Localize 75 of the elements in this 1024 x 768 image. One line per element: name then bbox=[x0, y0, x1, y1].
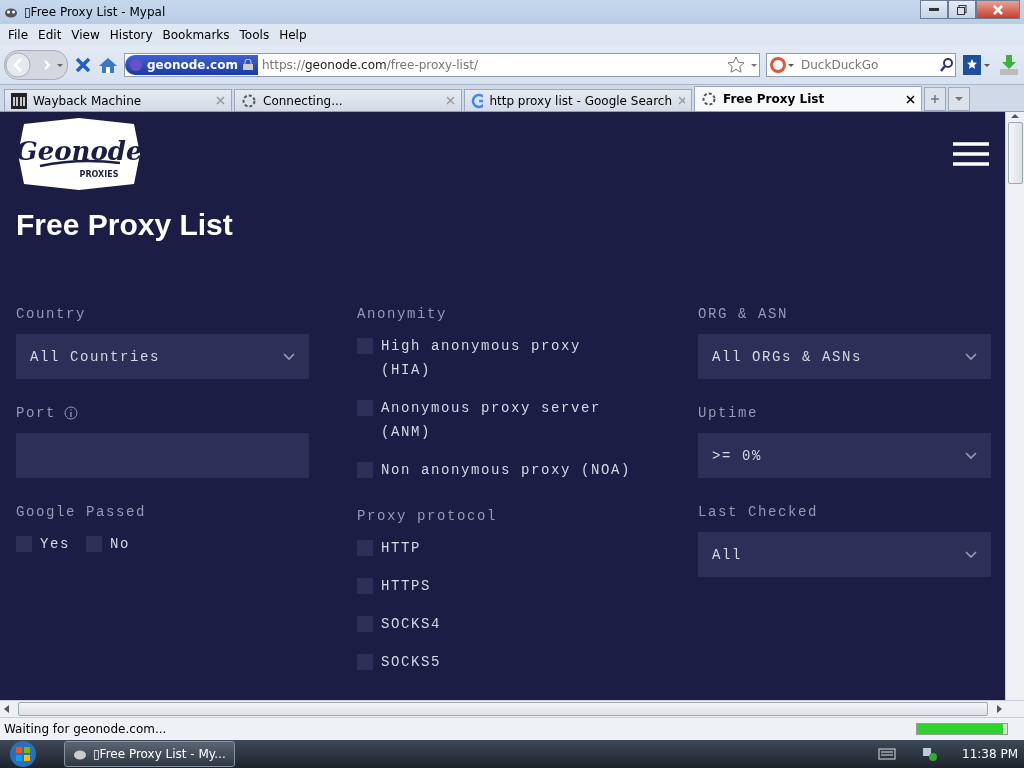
search-field[interactable]: DuckDuckGo bbox=[766, 53, 956, 77]
filter-label: Proxy protocol bbox=[357, 508, 498, 524]
page-heading: Free Proxy List bbox=[16, 208, 234, 242]
minimize-button[interactable] bbox=[920, 0, 948, 19]
taskbar-button[interactable]: ▯Free Proxy List - My... bbox=[64, 741, 235, 767]
restore-icon bbox=[957, 4, 967, 15]
close-tab-icon[interactable] bbox=[906, 94, 915, 104]
chevron-down-icon bbox=[283, 352, 295, 361]
browser-tab[interactable]: Wayback Machine bbox=[4, 89, 232, 111]
checkbox-label: HTTP bbox=[381, 539, 421, 558]
checkbox-label: No bbox=[110, 535, 131, 554]
checkbox-label: High anonymous proxy (HIA) bbox=[381, 337, 583, 380]
close-button[interactable] bbox=[976, 0, 1020, 19]
chevron-down-icon bbox=[965, 550, 977, 559]
lock-icon bbox=[241, 59, 254, 71]
clock[interactable]: 11:38 PM bbox=[962, 747, 1018, 761]
menu-item[interactable]: Bookmarks bbox=[158, 28, 234, 42]
menu-item[interactable]: Edit bbox=[34, 28, 66, 42]
filter-label: Google Passed bbox=[16, 504, 147, 520]
select-field[interactable]: All bbox=[698, 532, 991, 577]
site-identity-button[interactable]: geonode.com bbox=[125, 55, 258, 75]
filter-label: Last Checked bbox=[698, 504, 819, 520]
star-icon[interactable] bbox=[727, 56, 745, 74]
search-icon[interactable] bbox=[939, 57, 955, 73]
filter-label: Country bbox=[16, 306, 86, 322]
loading-icon bbox=[241, 92, 257, 109]
browser-tab[interactable]: http proxy list - Google Search bbox=[464, 89, 692, 111]
columns-icon bbox=[11, 92, 27, 109]
network-icon[interactable] bbox=[920, 746, 938, 762]
new-tab-button[interactable] bbox=[924, 87, 946, 111]
filter-label: Anonymity bbox=[357, 306, 447, 322]
keyboard-icon[interactable] bbox=[878, 748, 896, 760]
scrollbar-thumb[interactable] bbox=[18, 702, 988, 716]
browser-tab[interactable]: Connecting... bbox=[234, 89, 462, 111]
back-forward-button[interactable] bbox=[4, 50, 68, 80]
checkbox-label: SOCKS5 bbox=[381, 653, 441, 672]
checkbox-label: SOCKS4 bbox=[381, 615, 441, 634]
menu-item[interactable]: File bbox=[4, 28, 33, 42]
restore-button[interactable] bbox=[948, 0, 976, 19]
menu-item[interactable]: Help bbox=[275, 28, 311, 42]
browser-tab[interactable]: Free Proxy List bbox=[694, 86, 922, 111]
horizontal-scrollbar[interactable] bbox=[0, 700, 1024, 717]
menu-item[interactable]: Tools bbox=[235, 28, 274, 42]
filter-label: Port bbox=[16, 405, 56, 421]
select-field[interactable]: All Countries bbox=[16, 334, 309, 379]
checkbox-label: Anonymous proxy server (ANM) bbox=[381, 399, 603, 442]
chevron-down-icon bbox=[965, 451, 977, 460]
minimize-icon bbox=[929, 7, 939, 12]
select-field[interactable]: All ORGs & ASNs bbox=[698, 334, 991, 379]
home-icon[interactable] bbox=[98, 56, 118, 74]
scrollbar-thumb[interactable] bbox=[1007, 122, 1023, 184]
checkbox-label: Yes bbox=[40, 535, 70, 554]
caret-icon bbox=[955, 96, 963, 102]
chevron-down-icon bbox=[965, 352, 977, 361]
filter-label: ORG & ASN bbox=[698, 306, 788, 322]
download-icon[interactable] bbox=[998, 53, 1020, 77]
menu-item[interactable]: View bbox=[67, 28, 104, 42]
tab-list-button[interactable] bbox=[948, 87, 970, 111]
geonode-logo[interactable]: Geonode PROXIES bbox=[16, 118, 142, 190]
menu-item[interactable]: History bbox=[105, 28, 157, 42]
select-field[interactable]: >= 0% bbox=[698, 433, 991, 478]
checkbox-label: HTTPS bbox=[381, 577, 431, 596]
vertical-scrollbar[interactable] bbox=[1005, 112, 1024, 700]
menu-icon[interactable] bbox=[953, 142, 989, 166]
filter-label: Uptime bbox=[698, 405, 758, 421]
checkbox-label: Non anonymous proxy (NOA) bbox=[381, 461, 632, 480]
stop-icon[interactable] bbox=[74, 56, 92, 74]
loading-icon bbox=[701, 91, 717, 107]
plus-icon bbox=[930, 94, 940, 104]
window-title: ▯Free Proxy List - Mypal bbox=[24, 5, 167, 19]
g-icon bbox=[471, 92, 484, 109]
bookmark-icon[interactable] bbox=[962, 53, 992, 77]
address-field[interactable]: geonode.com https://geonode.com/free-proxy-list/ bbox=[124, 53, 760, 77]
status-text: Waiting for geonode.com... bbox=[4, 722, 168, 736]
close-icon bbox=[993, 4, 1003, 15]
